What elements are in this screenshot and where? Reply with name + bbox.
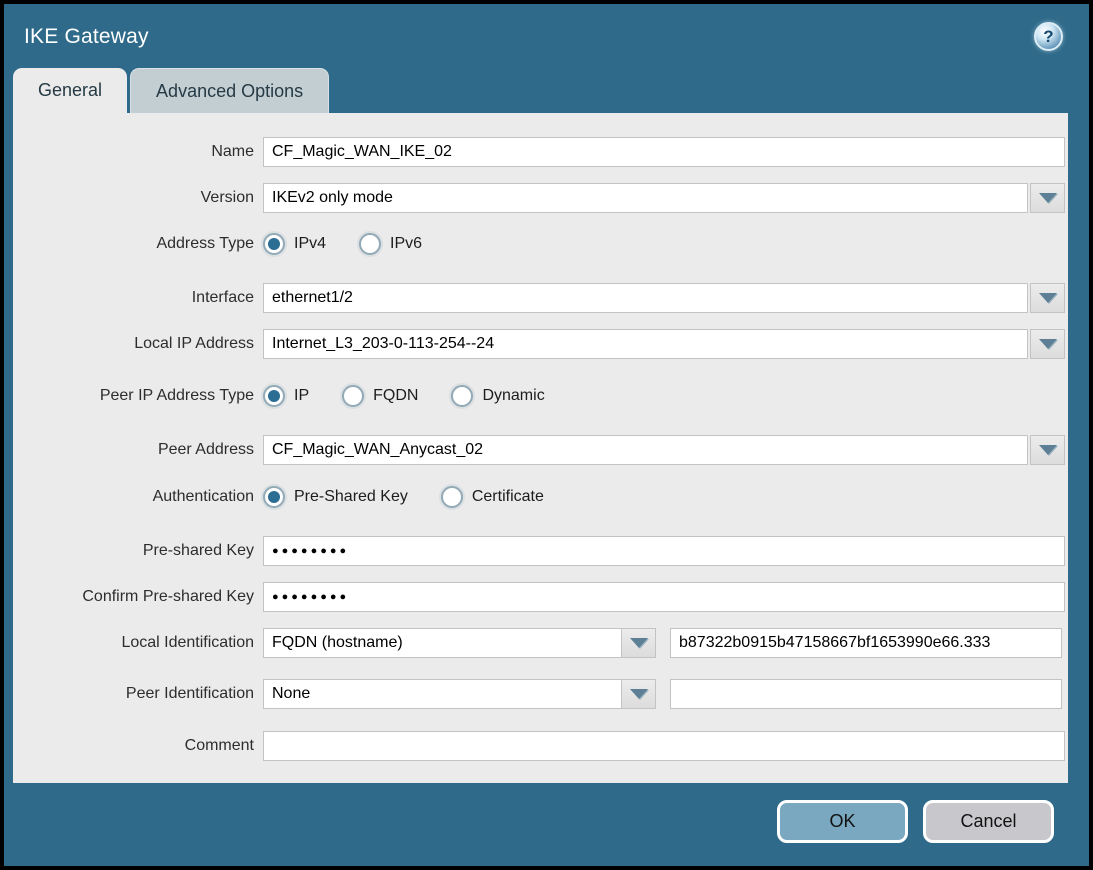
radio-certificate-label: Certificate xyxy=(472,488,544,506)
local-ip-address-input[interactable] xyxy=(263,329,1028,359)
peer-identification-label: Peer Identification xyxy=(13,685,263,703)
local-ip-dropdown-button[interactable] xyxy=(1030,329,1065,359)
interface-dropdown-button[interactable] xyxy=(1030,283,1065,313)
radio-fqdn-label: FQDN xyxy=(373,387,418,405)
peer-address-input[interactable] xyxy=(263,435,1028,465)
general-tab-panel: Name Version Address Type IPv4 IPv6 xyxy=(13,113,1068,783)
confirm-pre-shared-key-label: Confirm Pre-shared Key xyxy=(13,588,263,606)
peer-identification-type-value: None xyxy=(264,685,621,703)
row-local-identification: Local Identification FQDN (hostname) xyxy=(13,628,1065,658)
chevron-down-icon xyxy=(1039,193,1057,203)
pre-shared-key-label: Pre-shared Key xyxy=(13,542,263,560)
interface-label: Interface xyxy=(13,289,263,307)
comment-label: Comment xyxy=(13,737,263,755)
version-label: Version xyxy=(13,189,263,207)
local-identification-input[interactable] xyxy=(670,628,1062,658)
ok-button[interactable]: OK xyxy=(777,800,908,843)
row-peer-address: Peer Address xyxy=(13,435,1065,465)
authentication-label: Authentication xyxy=(13,488,263,506)
dialog-title: IKE Gateway xyxy=(24,25,149,49)
ike-gateway-dialog: IKE Gateway ? General Advanced Options N… xyxy=(0,0,1093,870)
version-input[interactable] xyxy=(263,183,1028,213)
version-dropdown-button[interactable] xyxy=(1030,183,1065,213)
row-authentication: Authentication Pre-Shared Key Certificat… xyxy=(13,482,1065,512)
name-input[interactable] xyxy=(263,137,1065,167)
address-type-label: Address Type xyxy=(13,235,263,253)
local-identification-dropdown-button[interactable] xyxy=(621,629,655,657)
help-icon[interactable]: ? xyxy=(1034,22,1063,51)
row-interface: Interface xyxy=(13,283,1065,313)
radio-ipv4-label: IPv4 xyxy=(294,235,326,253)
cancel-button[interactable]: Cancel xyxy=(923,800,1054,843)
radio-ip-label: IP xyxy=(294,387,309,405)
peer-identification-type-select[interactable]: None xyxy=(263,679,656,709)
row-version: Version xyxy=(13,183,1065,213)
chevron-down-icon xyxy=(1039,445,1057,455)
dialog-footer: OK Cancel xyxy=(777,800,1054,843)
radio-certificate[interactable] xyxy=(441,486,463,508)
pre-shared-key-input[interactable] xyxy=(263,536,1065,566)
interface-input[interactable] xyxy=(263,283,1028,313)
peer-identification-input[interactable] xyxy=(670,679,1062,709)
row-pre-shared-key: Pre-shared Key xyxy=(13,536,1065,566)
row-peer-identification: Peer Identification None xyxy=(13,679,1065,709)
peer-ip-address-type-label: Peer IP Address Type xyxy=(13,387,263,405)
row-comment: Comment xyxy=(13,731,1065,761)
local-identification-label: Local Identification xyxy=(13,634,263,652)
radio-dynamic[interactable] xyxy=(451,385,473,407)
radio-pre-shared-key[interactable] xyxy=(263,486,285,508)
comment-input[interactable] xyxy=(263,731,1065,761)
tab-advanced-options[interactable]: Advanced Options xyxy=(130,68,329,113)
confirm-pre-shared-key-input[interactable] xyxy=(263,582,1065,612)
radio-ipv4[interactable] xyxy=(263,233,285,255)
row-address-type: Address Type IPv4 IPv6 xyxy=(13,229,1065,259)
local-identification-type-select[interactable]: FQDN (hostname) xyxy=(263,628,656,658)
chevron-down-icon xyxy=(1039,339,1057,349)
radio-pre-shared-key-label: Pre-Shared Key xyxy=(294,488,408,506)
row-peer-ip-address-type: Peer IP Address Type IP FQDN Dynamic xyxy=(13,381,1065,411)
peer-address-dropdown-button[interactable] xyxy=(1030,435,1065,465)
tab-bar: General Advanced Options xyxy=(4,68,1089,113)
radio-dynamic-label: Dynamic xyxy=(482,387,544,405)
radio-fqdn[interactable] xyxy=(342,385,364,407)
local-identification-type-value: FQDN (hostname) xyxy=(264,634,621,652)
tab-general[interactable]: General xyxy=(13,68,127,113)
peer-identification-dropdown-button[interactable] xyxy=(621,680,655,708)
chevron-down-icon xyxy=(630,689,648,699)
row-local-ip-address: Local IP Address xyxy=(13,329,1065,359)
row-confirm-pre-shared-key: Confirm Pre-shared Key xyxy=(13,582,1065,612)
peer-address-label: Peer Address xyxy=(13,441,263,459)
row-name: Name xyxy=(13,137,1065,167)
name-label: Name xyxy=(13,143,263,161)
chevron-down-icon xyxy=(1039,293,1057,303)
radio-ipv6[interactable] xyxy=(359,233,381,255)
chevron-down-icon xyxy=(630,638,648,648)
local-ip-address-label: Local IP Address xyxy=(13,335,263,353)
radio-ip[interactable] xyxy=(263,385,285,407)
title-bar: IKE Gateway ? xyxy=(4,4,1089,56)
radio-ipv6-label: IPv6 xyxy=(390,235,422,253)
